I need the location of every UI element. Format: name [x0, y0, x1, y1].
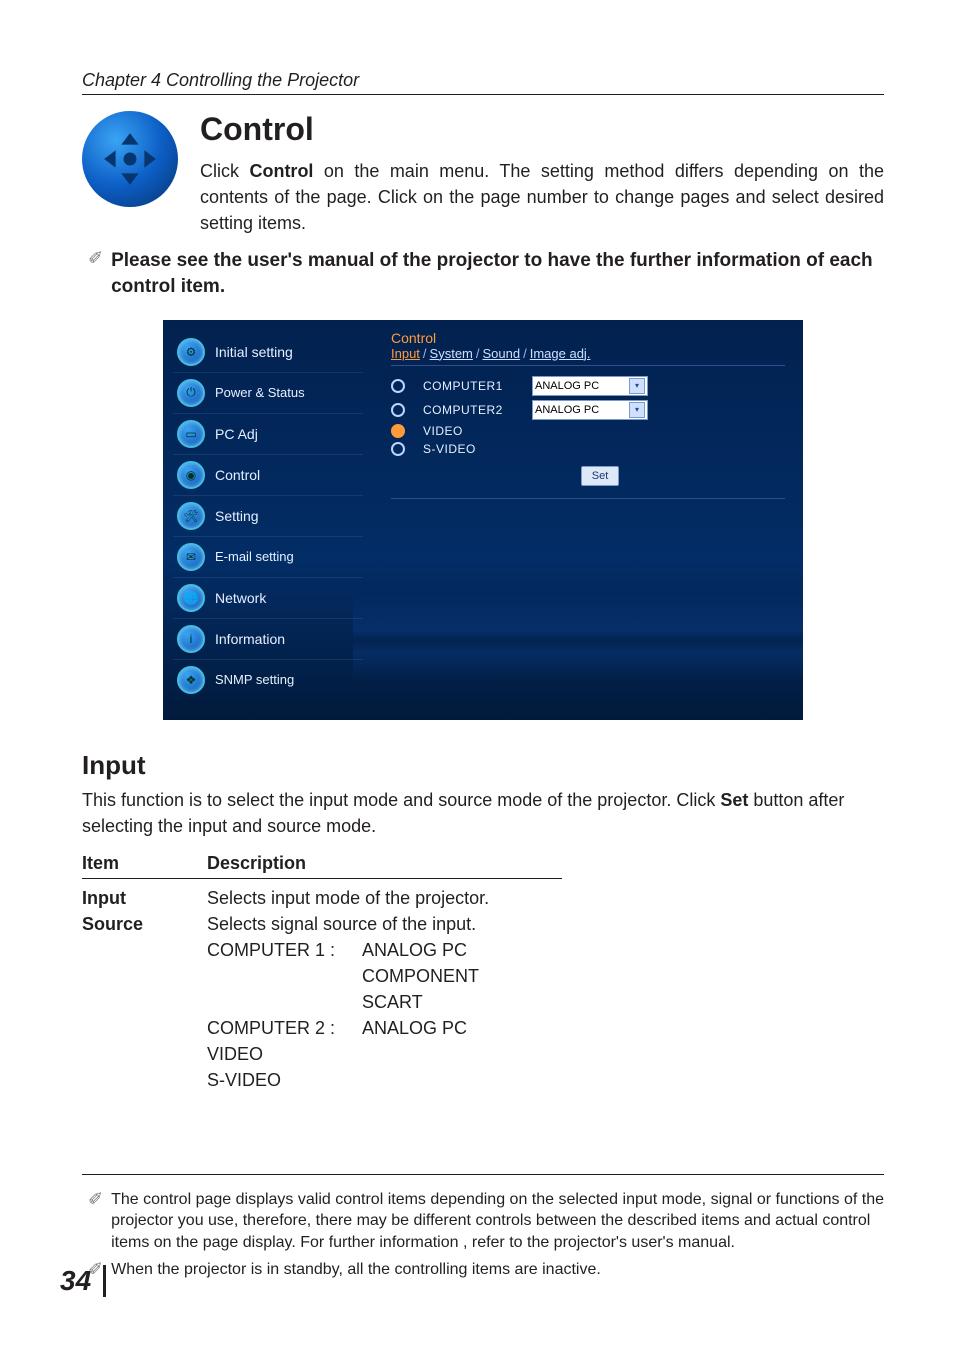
sidebar-item-setting[interactable]: 🛠 Setting [173, 495, 363, 536]
radio-label: VIDEO [423, 424, 518, 438]
sidebar-item-information[interactable]: i Information [173, 618, 363, 659]
cell-item: Input [82, 885, 207, 911]
globe-icon: 🌐 [177, 584, 205, 612]
input-row-video: VIDEO [391, 424, 785, 438]
th-item: Item [82, 853, 207, 874]
th-description: Description [207, 853, 306, 874]
sidebar-item-label: PC Adj [215, 426, 258, 442]
sidebar-item-label: Power & Status [215, 385, 305, 400]
select-computer2[interactable]: ANALOG PC ▾ [532, 400, 648, 420]
intro-pre: Click [200, 161, 249, 181]
pencil-icon: ✐ [88, 1189, 103, 1254]
select-computer1[interactable]: ANALOG PC ▾ [532, 376, 648, 396]
control-icon: ◉ [177, 461, 205, 489]
cell-item: Source [82, 911, 207, 937]
sidebar-item-control[interactable]: ◉ Control [173, 454, 363, 495]
control-hero-icon [82, 111, 178, 207]
sidebar-item-network[interactable]: 🌐 Network [173, 577, 363, 618]
sidebar-item-label: Setting [215, 508, 259, 524]
para-bold: Set [720, 790, 748, 810]
cell-desc: Selects signal source of the input. [207, 911, 884, 937]
sidebar-item-label: Initial setting [215, 344, 293, 360]
source-details: COMPUTER 1 : ANALOG PC COMPONENT SCART [207, 937, 884, 1015]
chapter-header: Chapter 4 Controlling the Projector [82, 70, 884, 95]
radio-computer1[interactable] [391, 379, 405, 393]
radio-label: S-VIDEO [423, 442, 518, 456]
wrench-icon: 🛠 [177, 502, 205, 530]
panel-tabs: Input/System/Sound/Image adj. [391, 346, 785, 366]
sidebar-item-pc-adj[interactable]: ▭ PC Adj [173, 413, 363, 454]
chevron-down-icon: ▾ [629, 402, 645, 418]
computer2-values: ANALOG PC [362, 1015, 467, 1041]
tab-input[interactable]: Input [391, 346, 420, 361]
gear-icon: ⚙ [177, 338, 205, 366]
computer1-label: COMPUTER 1 : [207, 937, 357, 963]
monitor-icon: ▭ [177, 420, 205, 448]
page-number: 34 [60, 1265, 106, 1297]
chevron-down-icon: ▾ [629, 378, 645, 394]
section-title-input: Input [82, 750, 884, 781]
snmp-icon: ❖ [177, 666, 205, 694]
tab-image-adj[interactable]: Image adj. [530, 346, 591, 361]
footnote-text: When the projector is in standby, all th… [111, 1259, 884, 1281]
footnotes: ✐ The control page displays valid contro… [82, 1174, 884, 1281]
radio-computer2[interactable] [391, 403, 405, 417]
computer1-values: ANALOG PC COMPONENT SCART [362, 937, 479, 1015]
para-pre: This function is to select the input mod… [82, 790, 720, 810]
intro-bold: Control [249, 161, 313, 181]
sidebar-item-label: E-mail setting [215, 549, 294, 564]
sidebar-item-label: Network [215, 590, 266, 606]
input-row-svideo: S-VIDEO [391, 442, 785, 456]
sidebar-item-label: SNMP setting [215, 672, 294, 687]
mail-icon: ✉ [177, 543, 205, 571]
table-row: Input Selects input mode of the projecto… [82, 885, 884, 911]
set-button[interactable]: Set [581, 466, 619, 486]
sidebar-item-email-setting[interactable]: ✉ E-mail setting [173, 536, 363, 577]
source-extra: VIDEO S-VIDEO [207, 1041, 884, 1093]
control-page-screenshot: ⚙ Initial setting ⏻ Power & Status ▭ PC Adj… [163, 320, 803, 720]
sidebar-item-power-status[interactable]: ⏻ Power & Status [173, 372, 363, 413]
source-details: COMPUTER 2 : ANALOG PC [207, 1015, 884, 1041]
tab-sound[interactable]: Sound [483, 346, 521, 361]
input-row-computer2: COMPUTER2 ANALOG PC ▾ [391, 400, 785, 420]
sidebar: ⚙ Initial setting ⏻ Power & Status ▭ PC Adj… [163, 320, 373, 720]
table-row: Source Selects signal source of the inpu… [82, 911, 884, 937]
radio-video[interactable] [391, 424, 405, 438]
table-header: Item Description [82, 853, 884, 874]
pencil-icon: ✐ [88, 248, 103, 270]
select-value: ANALOG PC [535, 404, 599, 416]
main-panel: Control Input/System/Sound/Image adj. CO… [373, 320, 803, 720]
power-icon: ⏻ [177, 379, 205, 407]
sidebar-item-label: Information [215, 631, 285, 647]
radio-svideo[interactable] [391, 442, 405, 456]
radio-label: COMPUTER1 [423, 379, 518, 393]
cell-desc: Selects input mode of the projector. [207, 885, 884, 911]
select-value: ANALOG PC [535, 380, 599, 392]
section-paragraph: This function is to select the input mod… [82, 787, 884, 839]
sidebar-item-snmp-setting[interactable]: ❖ SNMP setting [173, 659, 363, 700]
input-row-computer1: COMPUTER1 ANALOG PC ▾ [391, 376, 785, 396]
sidebar-item-label: Control [215, 467, 260, 483]
page-title: Control [200, 111, 884, 148]
radio-label: COMPUTER2 [423, 403, 518, 417]
tab-system[interactable]: System [430, 346, 473, 361]
info-icon: i [177, 625, 205, 653]
intro-paragraph: Click Control on the main menu. The sett… [200, 158, 884, 236]
panel-title: Control [391, 330, 785, 346]
sidebar-item-initial-setting[interactable]: ⚙ Initial setting [173, 332, 363, 372]
table-hr [82, 878, 562, 879]
computer2-label: COMPUTER 2 : [207, 1015, 357, 1041]
top-note: Please see the user's manual of the proj… [111, 248, 884, 299]
footnote-text: The control page displays valid control … [111, 1189, 884, 1254]
